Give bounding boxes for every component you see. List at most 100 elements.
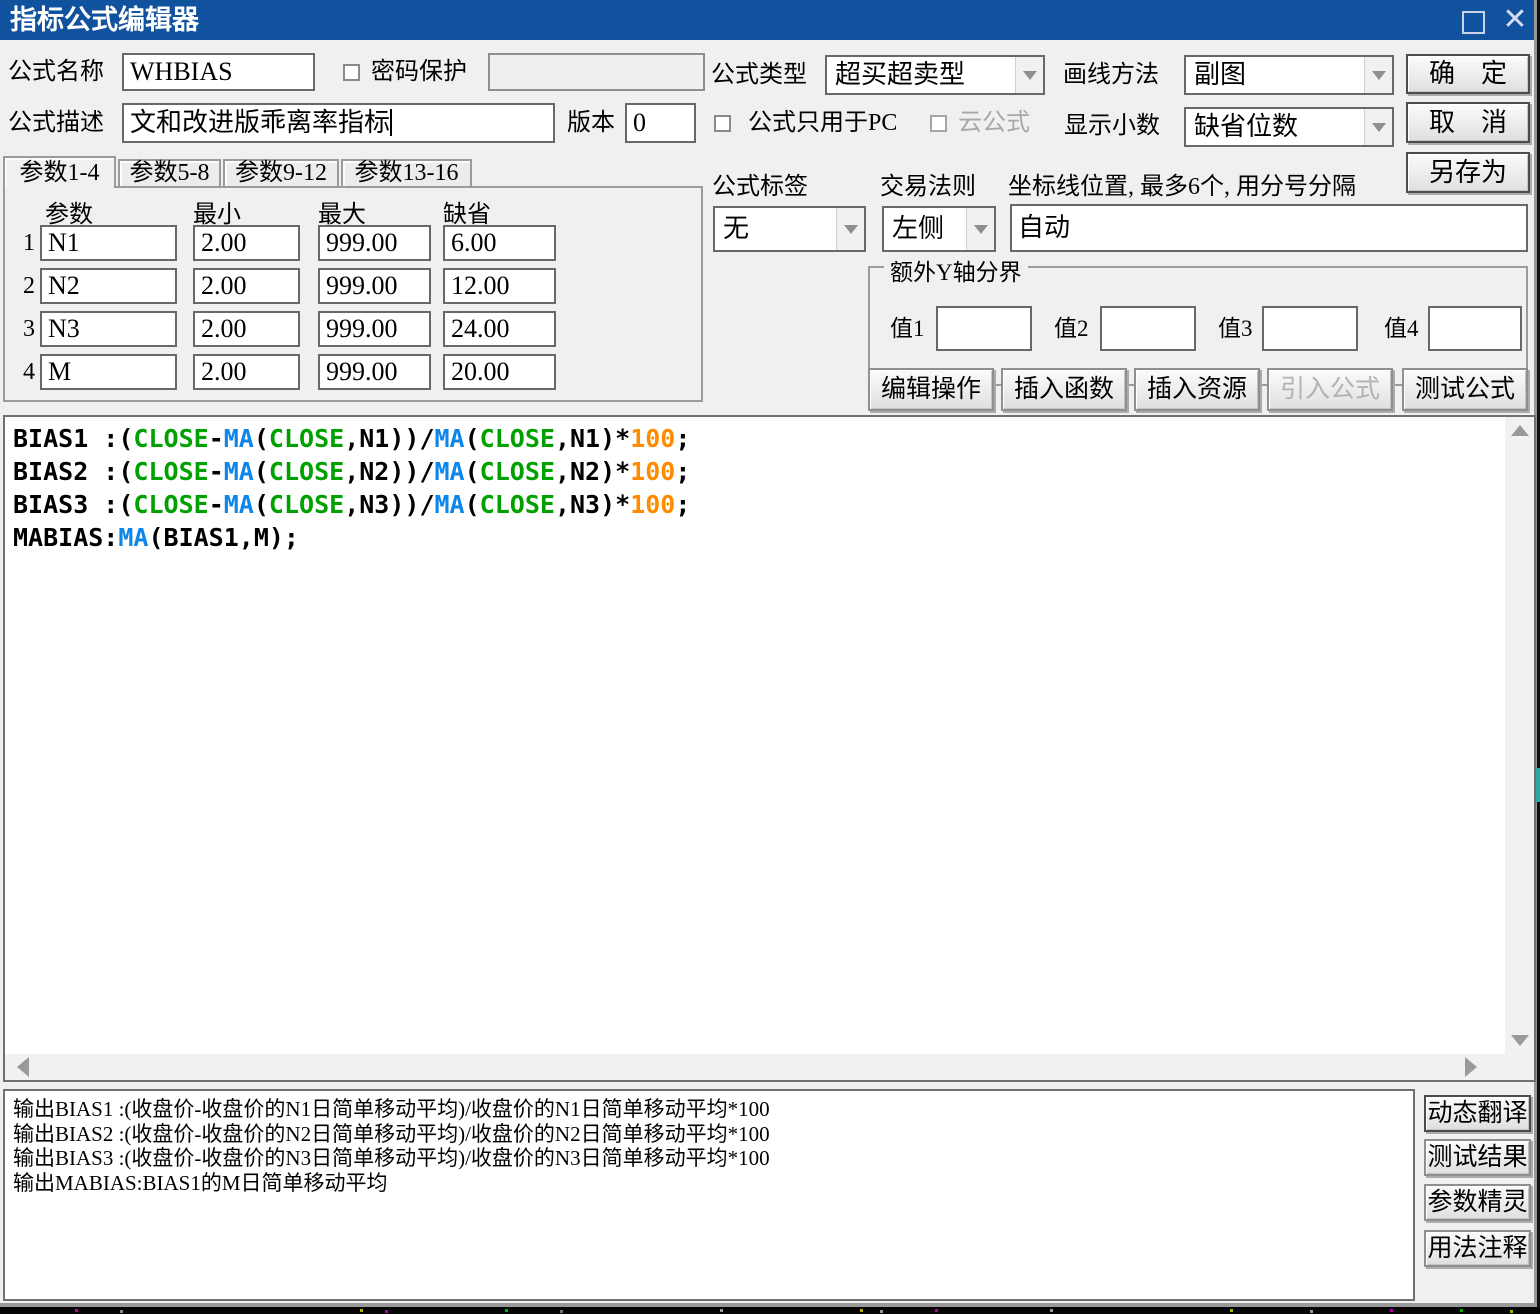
axis-position-input[interactable]: 自动 bbox=[1010, 204, 1528, 252]
formula-desc-input[interactable]: 文和改进版乖离率指标 bbox=[122, 103, 555, 143]
formula-desc-label: 公式描述 bbox=[8, 104, 104, 142]
formula-name-label: 公式名称 bbox=[8, 53, 104, 91]
chevron-down-icon[interactable] bbox=[1364, 109, 1392, 145]
dynamic-translate-button[interactable]: 动态翻译 bbox=[1424, 1095, 1531, 1132]
trade-rule-label: 交易法则 bbox=[880, 166, 976, 201]
param-name-input[interactable]: N3 bbox=[40, 311, 177, 347]
window-title: 指标公式编辑器 bbox=[10, 0, 199, 40]
param-name-input[interactable]: M bbox=[40, 354, 177, 390]
y-value2-label: 值2 bbox=[1054, 306, 1089, 351]
code-editor-container: BIAS1 :(CLOSE-MA(CLOSE,N1))/MA(CLOSE,N1)… bbox=[3, 415, 1536, 1082]
draw-method-select[interactable]: 副图 bbox=[1184, 55, 1394, 95]
formula-type-select[interactable]: 超买超卖型 bbox=[825, 55, 1045, 95]
scroll-left-icon[interactable] bbox=[17, 1057, 29, 1077]
y-value3-input[interactable] bbox=[1262, 306, 1358, 351]
code-editor[interactable]: BIAS1 :(CLOSE-MA(CLOSE,N1))/MA(CLOSE,N1)… bbox=[5, 417, 1505, 1054]
maximize-icon[interactable] bbox=[1462, 11, 1485, 34]
code-line: BIAS1 :(CLOSE-MA(CLOSE,N1))/MA(CLOSE,N1)… bbox=[13, 422, 1505, 455]
draw-method-label: 画线方法 bbox=[1063, 56, 1159, 94]
param-default-input[interactable]: 6.00 bbox=[443, 225, 556, 261]
param-row: 2N22.00999.0012.00 bbox=[5, 268, 701, 304]
version-label: 版本 bbox=[567, 104, 615, 142]
formula-name-input[interactable]: WHBIAS bbox=[122, 53, 315, 91]
param-max-input[interactable]: 999.00 bbox=[318, 311, 431, 347]
formula-tag-select[interactable]: 无 bbox=[713, 206, 866, 252]
y-value4-input[interactable] bbox=[1428, 306, 1522, 351]
param-name-input[interactable]: N2 bbox=[40, 268, 177, 304]
edit-operation-button[interactable]: 编辑操作 bbox=[868, 368, 994, 411]
title-bar[interactable]: 指标公式编辑器 ✕ bbox=[0, 0, 1534, 40]
test-result-button[interactable]: 测试结果 bbox=[1424, 1139, 1531, 1176]
param-wizard-button[interactable]: 参数精灵 bbox=[1424, 1184, 1531, 1221]
param-min-input[interactable]: 2.00 bbox=[193, 268, 300, 304]
param-header-name: 参数 bbox=[45, 194, 93, 229]
param-row: 1N12.00999.006.00 bbox=[5, 225, 701, 261]
output-line: 输出BIAS3 :(收盘价-收盘价的N3日简单移动平均)/收盘价的N3日简单移动… bbox=[13, 1146, 1405, 1171]
horizontal-scrollbar[interactable] bbox=[5, 1054, 1505, 1080]
formula-editor-dialog: 指标公式编辑器 ✕ 公式名称 WHBIAS 密码保护 公式类型 超买超卖型 画线… bbox=[0, 0, 1537, 1307]
param-default-input[interactable]: 12.00 bbox=[443, 268, 556, 304]
param-header-default: 缺省 bbox=[443, 194, 491, 229]
param-row-index: 4 bbox=[11, 354, 35, 390]
chevron-down-icon[interactable] bbox=[966, 208, 994, 250]
param-row: 4M 2.00 999.00 20.00 bbox=[5, 354, 701, 390]
scroll-right-icon[interactable] bbox=[1465, 1057, 1477, 1077]
insert-function-button[interactable]: 插入函数 bbox=[1001, 368, 1127, 411]
scrollbar-corner bbox=[1505, 1054, 1534, 1080]
vertical-scrollbar[interactable] bbox=[1505, 417, 1534, 1054]
param-max-input[interactable]: 999.00 bbox=[318, 225, 431, 261]
y-value2-input[interactable] bbox=[1100, 306, 1196, 351]
param-min-input[interactable]: 2.00 bbox=[193, 354, 300, 390]
password-input bbox=[488, 53, 705, 91]
y-value1-input[interactable] bbox=[936, 306, 1032, 351]
param-min-input[interactable]: 2.00 bbox=[193, 311, 300, 347]
output-line: 输出BIAS2 :(收盘价-收盘价的N2日简单移动平均)/收盘价的N2日简单移动… bbox=[13, 1122, 1405, 1147]
code-line: BIAS3 :(CLOSE-MA(CLOSE,N3))/MA(CLOSE,N3)… bbox=[13, 488, 1505, 521]
trade-rule-select[interactable]: 左侧 bbox=[882, 206, 996, 252]
tab-params-5-8[interactable]: 参数5-8 bbox=[118, 159, 221, 186]
output-panel: 输出BIAS1 :(收盘价-收盘价的N1日简单移动平均)/收盘价的N1日简单移动… bbox=[3, 1089, 1415, 1301]
save-as-button[interactable]: 另存为 bbox=[1406, 152, 1530, 193]
usage-notes-button[interactable]: 用法注释 bbox=[1424, 1230, 1531, 1267]
scroll-up-icon[interactable] bbox=[1511, 425, 1529, 436]
password-protect-label: 密码保护 bbox=[371, 53, 467, 91]
password-protect-checkbox[interactable] bbox=[343, 64, 360, 81]
pc-only-label: 公式只用于PC bbox=[748, 104, 897, 142]
tab-params-9-12[interactable]: 参数9-12 bbox=[223, 159, 339, 186]
version-input[interactable]: 0 bbox=[625, 103, 696, 143]
code-line: BIAS2 :(CLOSE-MA(CLOSE,N2))/MA(CLOSE,N2)… bbox=[13, 455, 1505, 488]
y-value1-label: 值1 bbox=[890, 306, 925, 351]
param-default-input[interactable]: 20.00 bbox=[443, 354, 556, 390]
param-max-input[interactable]: 999.00 bbox=[318, 354, 431, 390]
formula-tag-label: 公式标签 bbox=[712, 166, 808, 201]
chevron-down-icon[interactable] bbox=[1015, 57, 1043, 93]
test-formula-button[interactable]: 测试公式 bbox=[1402, 368, 1528, 411]
scroll-down-icon[interactable] bbox=[1511, 1035, 1529, 1046]
close-icon[interactable]: ✕ bbox=[1498, 2, 1532, 38]
ok-button[interactable]: 确 定 bbox=[1406, 54, 1530, 94]
chevron-down-icon[interactable] bbox=[1364, 57, 1392, 93]
param-max-input[interactable]: 999.00 bbox=[318, 268, 431, 304]
y-value3-label: 值3 bbox=[1218, 306, 1253, 351]
output-line: 输出MABIAS:BIAS1的M日简单移动平均 bbox=[13, 1171, 1405, 1196]
param-min-input[interactable]: 2.00 bbox=[193, 225, 300, 261]
decimal-select[interactable]: 缺省位数 bbox=[1184, 107, 1394, 147]
cloud-formula-checkbox bbox=[930, 115, 947, 132]
tab-params-13-16[interactable]: 参数13-16 bbox=[341, 159, 472, 186]
background-app-fragment bbox=[1536, 768, 1540, 802]
background-app-pixels bbox=[0, 1309, 3, 1312]
param-row-index: 3 bbox=[11, 311, 35, 347]
param-default-input[interactable]: 24.00 bbox=[443, 311, 556, 347]
insert-resource-button[interactable]: 插入资源 bbox=[1134, 368, 1260, 411]
chevron-down-icon[interactable] bbox=[836, 208, 864, 250]
decimal-label: 显示小数 bbox=[1064, 107, 1160, 145]
pc-only-checkbox[interactable] bbox=[714, 115, 731, 132]
code-line: MABIAS:MA(BIAS1,M); bbox=[13, 521, 1505, 554]
import-formula-button: 引入公式 bbox=[1267, 368, 1393, 411]
output-line: 输出BIAS1 :(收盘价-收盘价的N1日简单移动平均)/收盘价的N1日简单移动… bbox=[13, 1097, 1405, 1122]
cancel-button[interactable]: 取 消 bbox=[1406, 102, 1530, 143]
tab-params-1-4[interactable]: 参数1-4 bbox=[3, 156, 116, 188]
param-header-min: 最小 bbox=[193, 194, 241, 229]
text-caret bbox=[390, 109, 392, 136]
param-name-input[interactable]: N1 bbox=[40, 225, 177, 261]
